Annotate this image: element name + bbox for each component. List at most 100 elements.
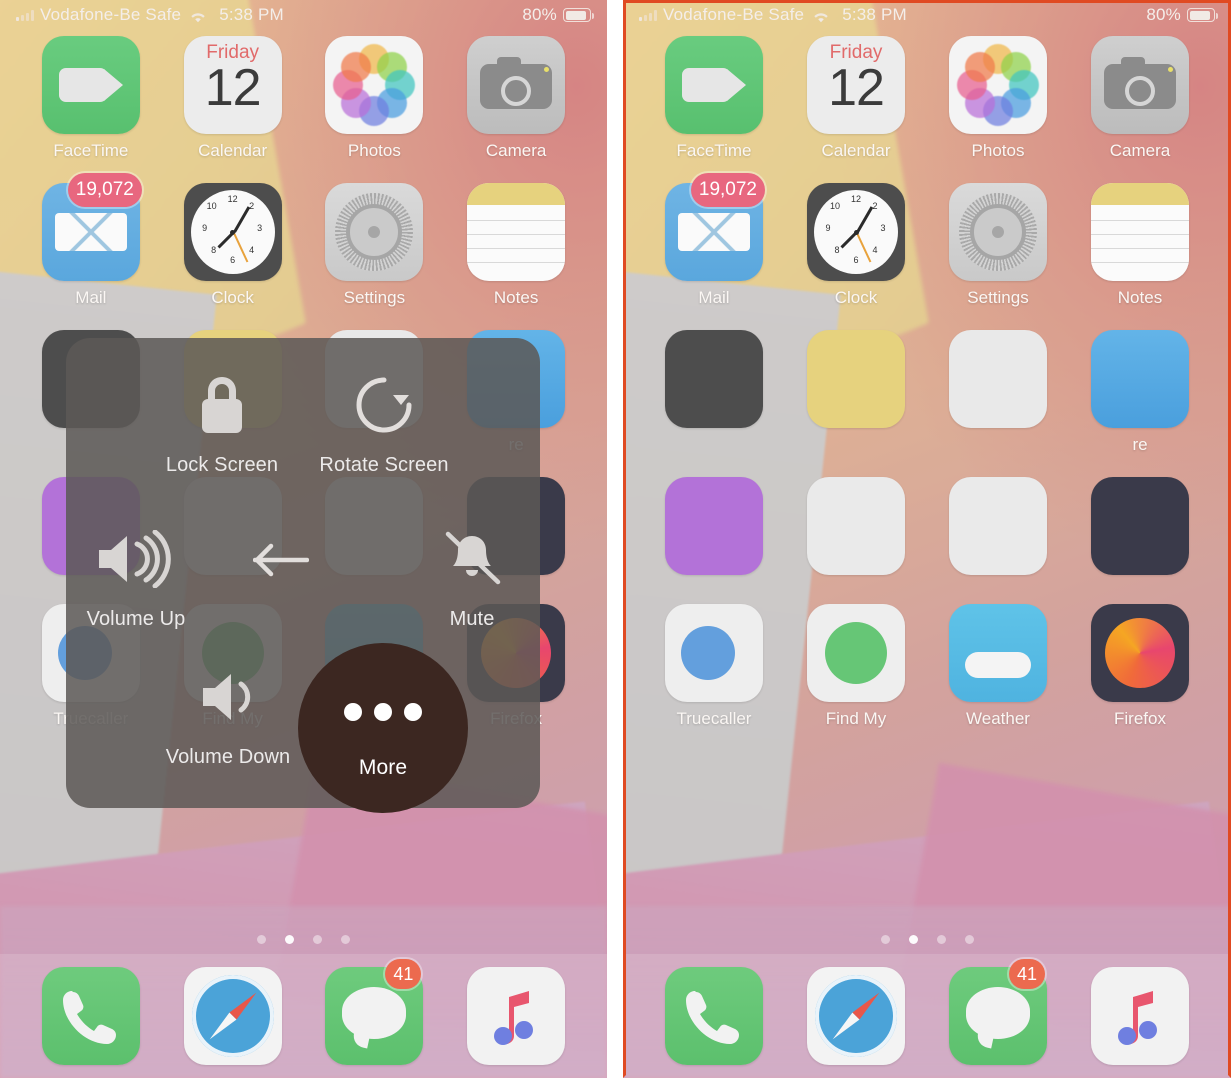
hidden-app-icon <box>807 330 905 428</box>
rotate-icon <box>306 366 462 444</box>
battery-percent-label: 80% <box>1146 5 1181 24</box>
app-camera[interactable]: Camera <box>445 36 587 161</box>
at-item-label: Lock Screen <box>165 454 279 476</box>
app-clock[interactable]: 12 2 3 4 6 8 9 10 Clock <box>162 183 304 308</box>
app-hidden[interactable] <box>927 477 1069 582</box>
app-calendar[interactable]: Friday 12 Calendar <box>785 36 927 161</box>
app-notes[interactable]: Notes <box>1069 183 1211 308</box>
app-hidden[interactable] <box>643 477 785 582</box>
at-item-label: Mute <box>449 608 495 630</box>
dock-music[interactable] <box>1069 967 1211 1065</box>
app-hidden[interactable] <box>927 330 1069 455</box>
phone-icon <box>665 967 763 1065</box>
app-weather[interactable]: Weather <box>927 604 1069 729</box>
facetime-icon <box>41 36 140 134</box>
volume-up-icon <box>58 520 214 598</box>
dock-messages[interactable]: 41 <box>927 959 1069 1065</box>
weather-icon <box>949 604 1047 702</box>
screenshot-stage: Vodafone-Be Safe 5:38 PM 80% FaceTime Fr… <box>0 0 1231 1078</box>
app-settings[interactable]: Settings <box>304 183 446 308</box>
app-hidden[interactable] <box>643 330 785 455</box>
page-dot-active[interactable] <box>285 935 294 944</box>
app-label: Weather <box>966 709 1030 728</box>
home-row: FaceTime Friday 12 Calendar Photos Camer… <box>20 36 587 183</box>
home-grid: FaceTime Friday 12 Calendar Photos Camer… <box>623 36 1231 751</box>
page-dot[interactable] <box>313 935 322 944</box>
page-indicator[interactable] <box>623 935 1231 944</box>
app-notes[interactable]: Notes <box>445 183 587 308</box>
at-volume-down[interactable]: Volume Down <box>150 658 306 769</box>
assistive-touch-menu: Lock Screen Rotate Screen Volume Up Mute… <box>66 338 540 813</box>
safari-icon <box>807 967 905 1065</box>
at-volume-up[interactable]: Volume Up <box>58 520 214 631</box>
dock-phone[interactable] <box>20 967 162 1065</box>
at-mute[interactable]: Mute <box>394 520 550 631</box>
app-label: FaceTime <box>676 141 752 160</box>
app-facetime[interactable]: FaceTime <box>643 36 785 161</box>
home-row: re <box>643 330 1211 477</box>
page-dot[interactable] <box>880 935 890 944</box>
dock-safari[interactable] <box>785 967 927 1065</box>
app-facetime[interactable]: FaceTime <box>20 36 162 161</box>
app-photos[interactable]: Photos <box>927 36 1069 161</box>
app-clock[interactable]: 12 2 3 4 6 8 9 10 Clock <box>785 183 927 308</box>
app-label: re <box>1132 435 1148 454</box>
back-arrow-icon <box>253 543 353 577</box>
truecaller-icon <box>665 604 763 702</box>
page-dot[interactable] <box>257 935 266 944</box>
app-mail[interactable]: 19,072 Mail <box>20 173 162 308</box>
app-label: Settings <box>343 288 406 307</box>
cellular-signal-icon <box>639 9 657 21</box>
app-label: Mail <box>75 288 107 307</box>
notes-icon <box>467 183 566 281</box>
at-back-button[interactable] <box>253 543 353 577</box>
app-findmy[interactable]: Find My <box>785 604 927 729</box>
phone-panel-left: Vodafone-Be Safe 5:38 PM 80% FaceTime Fr… <box>0 0 607 1078</box>
app-firefox[interactable]: Firefox <box>1069 604 1211 729</box>
page-dot-active[interactable] <box>908 935 918 944</box>
clock-label: 5:38 PM <box>842 5 907 24</box>
at-rotate-screen[interactable]: Rotate Screen <box>306 366 462 477</box>
app-label: Photos <box>347 141 401 160</box>
app-mail[interactable]: 19,072 Mail <box>643 173 785 308</box>
app-hidden[interactable] <box>785 330 927 455</box>
app-hidden[interactable] <box>785 477 927 582</box>
page-dot[interactable] <box>341 935 350 944</box>
app-label: Camera <box>1109 141 1171 160</box>
status-badge: 19,072 <box>690 173 765 207</box>
dock-phone[interactable] <box>643 967 785 1065</box>
notes-icon <box>1091 183 1189 281</box>
camera-icon <box>1091 36 1189 134</box>
ellipsis-icon <box>340 676 426 748</box>
carrier-label: Vodafone-Be Safe <box>40 5 182 24</box>
page-indicator[interactable] <box>0 935 607 944</box>
calendar-date: 12 <box>828 59 885 117</box>
app-label: Notes <box>1117 288 1163 307</box>
hidden-app-icon <box>949 330 1047 428</box>
app-photos[interactable]: Photos <box>304 36 446 161</box>
clock-label: 5:38 PM <box>219 5 284 24</box>
app-store-icon <box>1091 330 1189 428</box>
page-dot[interactable] <box>936 935 946 944</box>
app-camera[interactable]: Camera <box>1069 36 1211 161</box>
calendar-icon: Friday 12 <box>183 36 282 134</box>
findmy-icon <box>807 604 905 702</box>
app-settings[interactable]: Settings <box>927 183 1069 308</box>
app-truecaller[interactable]: Truecaller <box>643 604 785 729</box>
dock-messages[interactable]: 41 <box>304 959 446 1065</box>
at-more-button[interactable]: More <box>298 643 468 813</box>
at-lock-screen[interactable]: Lock Screen <box>144 366 300 477</box>
home-row: FaceTime Friday 12 Calendar Photos Camer… <box>643 36 1211 183</box>
dock: 41 <box>623 954 1231 1078</box>
dock-music[interactable] <box>445 967 587 1065</box>
app-calendar[interactable]: Friday 12 Calendar <box>162 36 304 161</box>
wifi-icon <box>812 10 830 23</box>
hidden-app-icon <box>1091 477 1189 575</box>
app-store[interactable]: re <box>1069 330 1211 455</box>
app-hidden[interactable] <box>1069 477 1211 582</box>
app-label: Camera <box>485 141 547 160</box>
page-dot[interactable] <box>964 935 974 944</box>
camera-icon <box>467 36 566 134</box>
status-badge: 41 <box>385 959 422 989</box>
dock-safari[interactable] <box>162 967 304 1065</box>
